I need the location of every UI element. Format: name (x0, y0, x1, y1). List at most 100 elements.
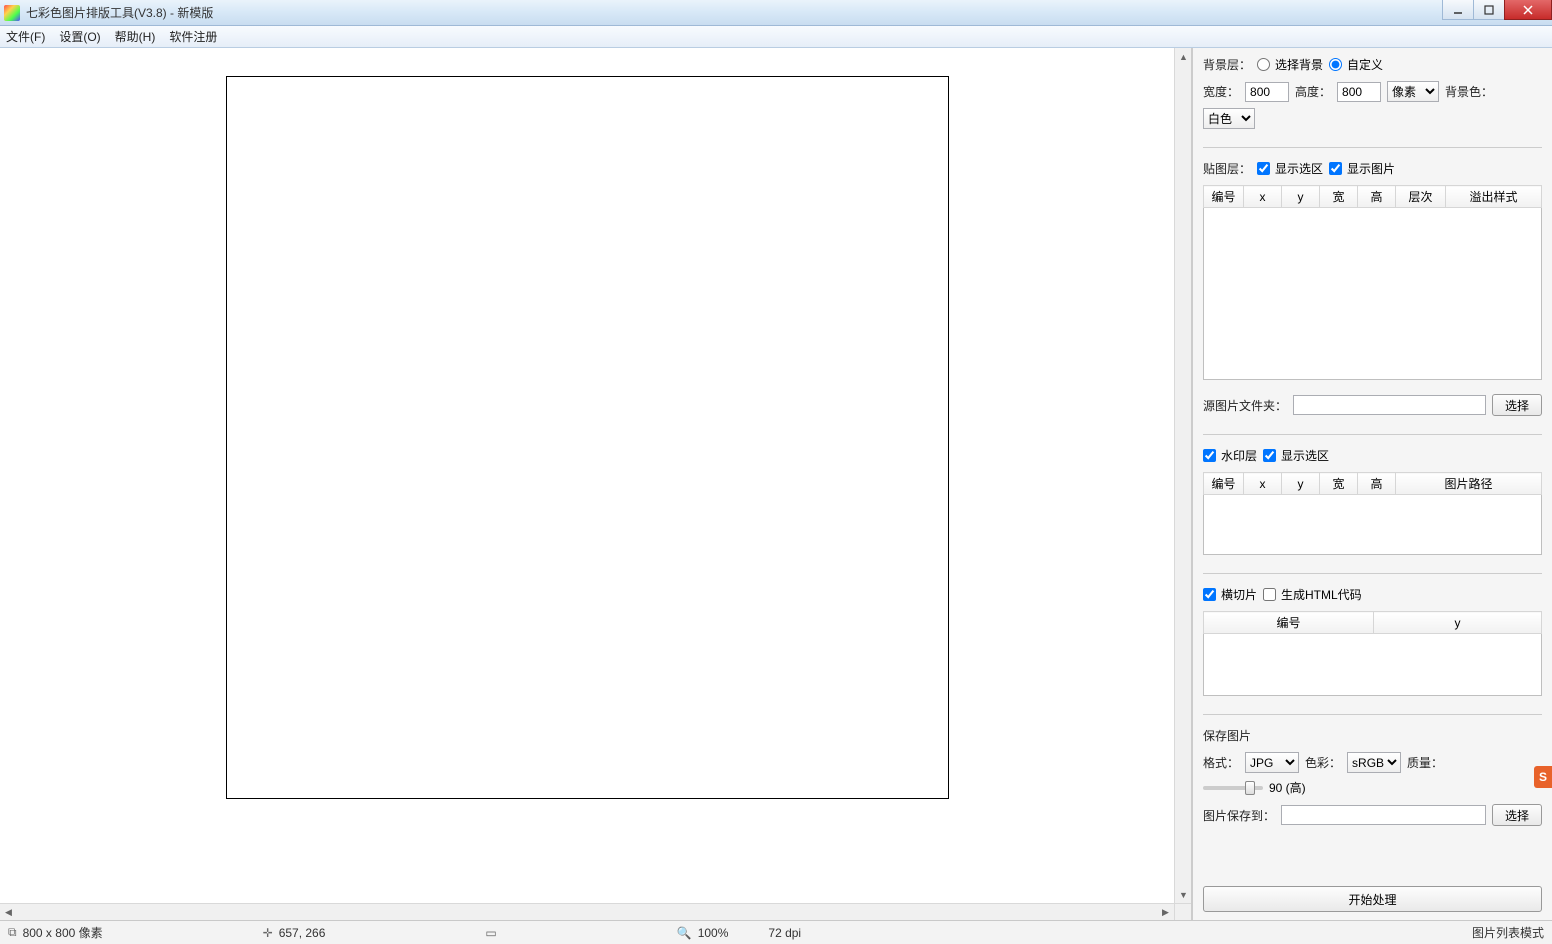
save-to-row: 图片保存到： 选择 (1203, 804, 1542, 826)
close-button[interactable] (1504, 0, 1552, 20)
save-format-row: 格式： JPG 色彩： sRGB 质量： 90 (高) (1203, 752, 1542, 796)
slice-col-y[interactable]: y (1374, 612, 1542, 634)
col-w[interactable]: 宽 (1320, 186, 1358, 208)
scroll-down-icon[interactable]: ▼ (1175, 886, 1192, 903)
col-overflow[interactable]: 溢出样式 (1446, 186, 1542, 208)
col-y[interactable]: y (1282, 186, 1320, 208)
menu-register[interactable]: 软件注册 (169, 28, 217, 45)
chk-hslice-label: 横切片 (1221, 586, 1257, 603)
height-label: 高度： (1295, 83, 1331, 100)
chk-hslice[interactable]: 横切片 (1203, 586, 1257, 603)
quality-slider[interactable] (1203, 786, 1263, 790)
sogou-ime-badge[interactable]: S (1534, 766, 1552, 788)
bgcolor-select[interactable]: 白色 (1203, 108, 1255, 129)
status-mode-text: 图片列表模式 (1472, 924, 1544, 941)
status-dpi-text: 72 dpi (768, 926, 801, 940)
status-zoom: 🔍 100% (677, 926, 729, 940)
paste-layer-label: 贴图层： (1203, 160, 1251, 177)
quality-slider-thumb[interactable] (1245, 781, 1255, 795)
source-folder-browse-button[interactable]: 选择 (1492, 394, 1542, 416)
chk-show-selection[interactable]: 显示选区 (1257, 160, 1323, 177)
save-to-input[interactable] (1281, 805, 1486, 825)
wm-col-path[interactable]: 图片路径 (1396, 473, 1542, 495)
chk-watermark[interactable]: 水印层 (1203, 447, 1257, 464)
zoom-icon: 🔍 (677, 926, 692, 940)
menu-settings[interactable]: 设置(O) (59, 28, 100, 45)
chk-show-image-label: 显示图片 (1347, 160, 1395, 177)
chk-show-selection-input[interactable] (1257, 162, 1270, 175)
unit-select[interactable]: 像素 (1387, 81, 1439, 102)
wm-col-x[interactable]: x (1244, 473, 1282, 495)
save-to-browse-button[interactable]: 选择 (1492, 804, 1542, 826)
canvas[interactable] (226, 76, 949, 799)
paste-layer-table-header: 编号 x y 宽 高 层次 溢出样式 (1203, 185, 1542, 208)
crosshair-icon: ✛ (263, 926, 273, 940)
chk-html[interactable]: 生成HTML代码 (1263, 586, 1362, 603)
chk-show-image-input[interactable] (1329, 162, 1342, 175)
watermark-table-body[interactable] (1203, 495, 1542, 555)
wm-col-w[interactable]: 宽 (1320, 473, 1358, 495)
status-mode[interactable]: 图片列表模式 (1472, 924, 1544, 941)
width-label: 宽度： (1203, 83, 1239, 100)
scroll-right-icon[interactable]: ▶ (1157, 904, 1174, 920)
vertical-scrollbar[interactable]: ▲ ▼ (1174, 48, 1191, 903)
width-input[interactable] (1245, 82, 1289, 102)
col-x[interactable]: x (1244, 186, 1282, 208)
chk-hslice-input[interactable] (1203, 588, 1216, 601)
radio-custom-bg-input[interactable] (1329, 58, 1342, 71)
radio-select-bg-input[interactable] (1257, 58, 1270, 71)
chk-watermark-label: 水印层 (1221, 447, 1257, 464)
close-icon (1523, 5, 1533, 15)
radio-select-bg[interactable]: 选择背景 (1257, 56, 1323, 73)
col-layer[interactable]: 层次 (1396, 186, 1446, 208)
col-id[interactable]: 编号 (1204, 186, 1244, 208)
horizontal-scrollbar[interactable]: ◀ ▶ (0, 903, 1174, 920)
slice-col-id[interactable]: 编号 (1204, 612, 1374, 634)
radio-custom-bg[interactable]: 自定义 (1329, 56, 1383, 73)
slice-row: 横切片 生成HTML代码 (1203, 586, 1542, 603)
color-label: 色彩： (1305, 754, 1341, 771)
chk-html-input[interactable] (1263, 588, 1276, 601)
chk-watermark-input[interactable] (1203, 449, 1216, 462)
height-input[interactable] (1337, 82, 1381, 102)
status-coords: ✛ 657, 266 (263, 926, 326, 940)
properties-panel: 背景层： 选择背景 自定义 宽度： 高度： 像素 背景色： 白色 (1192, 48, 1552, 920)
bg-layer-label: 背景层： (1203, 56, 1251, 73)
watermark-table: 编号 x y 宽 高 图片路径 (1203, 472, 1542, 555)
col-h[interactable]: 高 (1358, 186, 1396, 208)
chk-wm-show-selection-input[interactable] (1263, 449, 1276, 462)
radio-custom-bg-label: 自定义 (1347, 56, 1383, 73)
status-bar: ⧉ 800 x 800 像素 ✛ 657, 266 ▭ 🔍 100% 72 dp… (0, 920, 1552, 944)
minimize-button[interactable] (1442, 0, 1474, 20)
window-title: 七彩色图片排版工具(V3.8) - 新模版 (26, 4, 213, 21)
chk-show-image[interactable]: 显示图片 (1329, 160, 1395, 177)
menu-file[interactable]: 文件(F) (6, 28, 45, 45)
app-icon (4, 5, 20, 21)
wm-col-h[interactable]: 高 (1358, 473, 1396, 495)
menu-help[interactable]: 帮助(H) (115, 28, 156, 45)
bg-size-row: 宽度： 高度： 像素 背景色： 白色 (1203, 81, 1542, 129)
canvas-viewport[interactable] (0, 48, 1174, 903)
format-select[interactable]: JPG (1245, 752, 1299, 773)
status-size: ⧉ 800 x 800 像素 (8, 924, 103, 941)
color-select[interactable]: sRGB (1347, 752, 1401, 773)
minimize-icon (1453, 5, 1463, 15)
scroll-left-icon[interactable]: ◀ (0, 904, 17, 920)
maximize-button[interactable] (1473, 0, 1505, 20)
divider (1203, 714, 1542, 715)
chk-wm-show-selection[interactable]: 显示选区 (1263, 447, 1329, 464)
status-coords-text: 657, 266 (279, 926, 326, 940)
divider (1203, 573, 1542, 574)
status-size-text: 800 x 800 像素 (23, 924, 103, 941)
paste-layer-table-body[interactable] (1203, 208, 1542, 380)
paste-layer-table: 编号 x y 宽 高 层次 溢出样式 (1203, 185, 1542, 380)
slice-table-body[interactable] (1203, 634, 1542, 696)
source-folder-input[interactable] (1293, 395, 1486, 415)
wm-col-id[interactable]: 编号 (1204, 473, 1244, 495)
size-icon: ⧉ (8, 925, 17, 940)
format-label: 格式： (1203, 754, 1239, 771)
wm-col-y[interactable]: y (1282, 473, 1320, 495)
start-button[interactable]: 开始处理 (1203, 886, 1542, 912)
scroll-up-icon[interactable]: ▲ (1175, 48, 1192, 65)
chk-html-label: 生成HTML代码 (1281, 586, 1362, 603)
